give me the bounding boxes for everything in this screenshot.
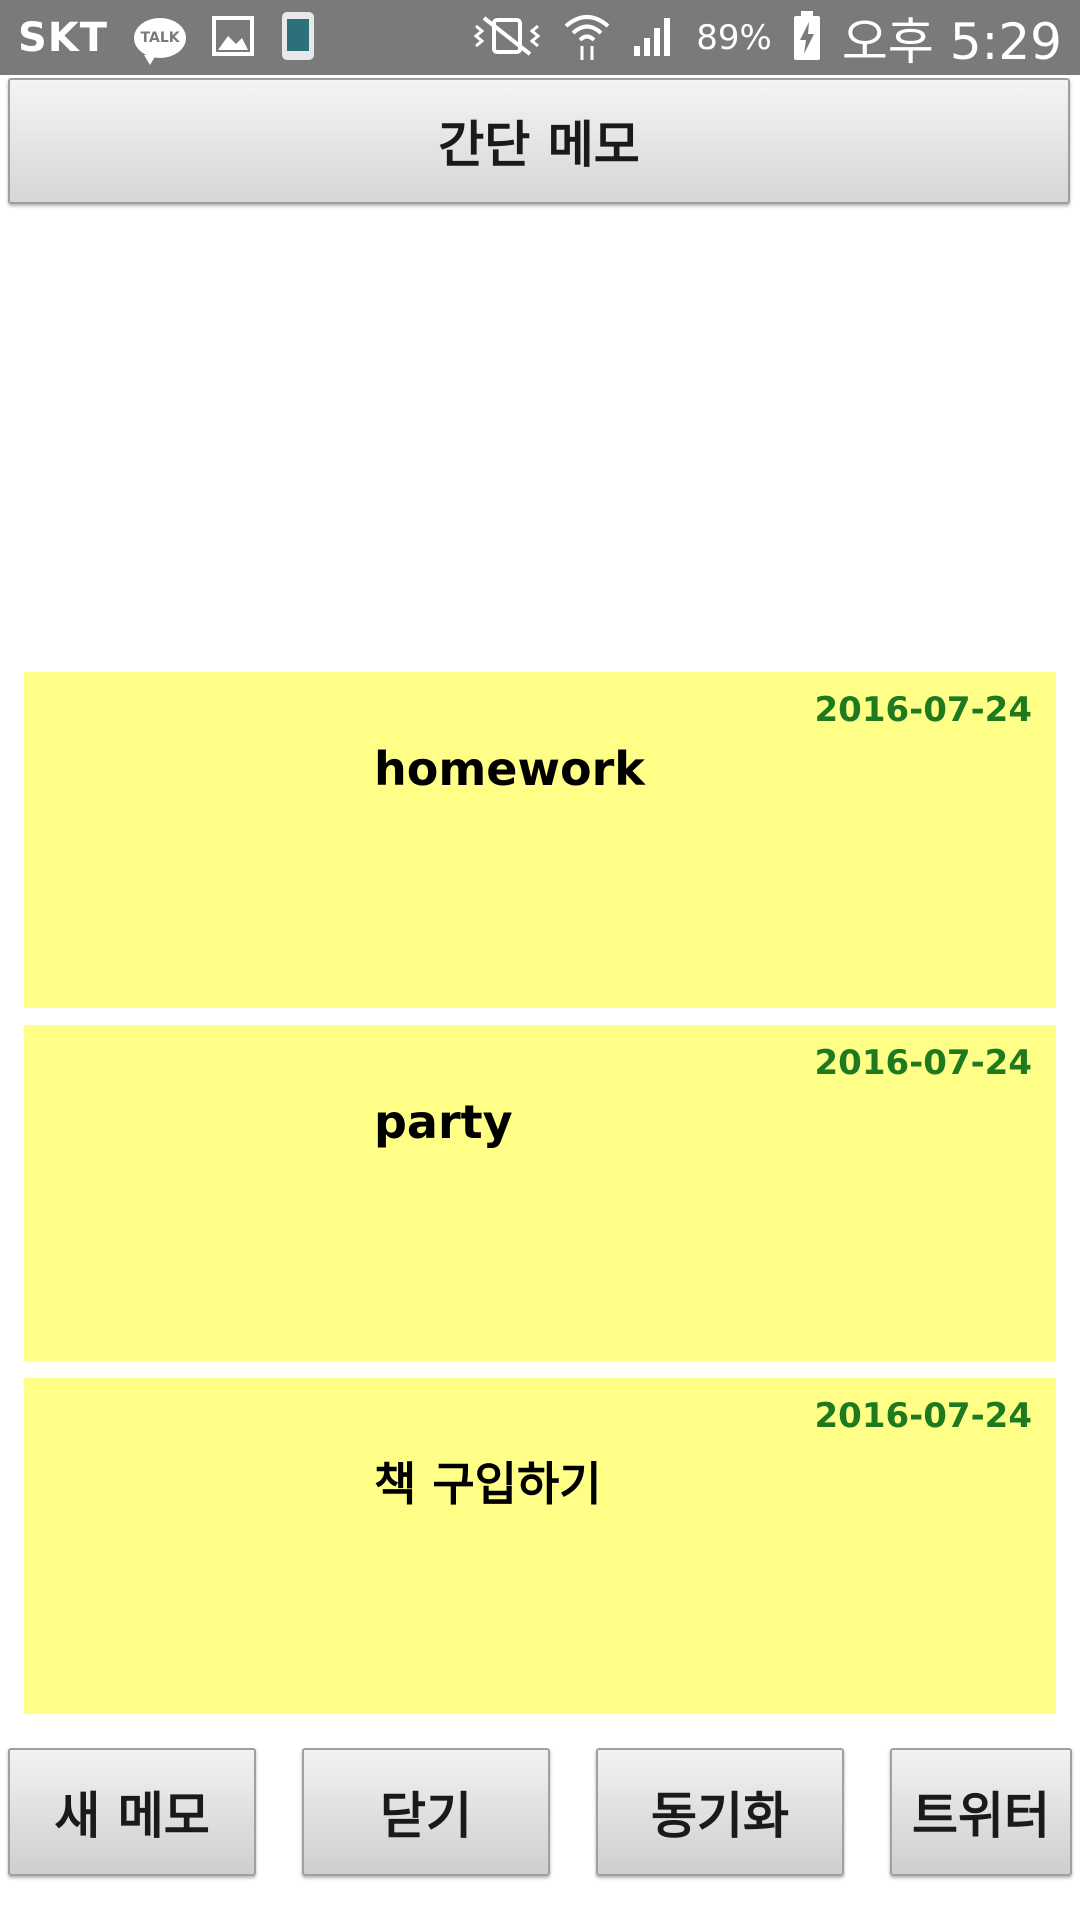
signal-icon (632, 14, 676, 62)
gallery-icon (212, 15, 255, 60)
close-button[interactable]: 닫기 (302, 1748, 550, 1876)
memo-title: 책 구입하기 (374, 1457, 602, 1511)
status-bar: SKT TALK 89% 오후 5:29 (0, 0, 1080, 75)
memo-date: 2016-07-24 (814, 1043, 1032, 1083)
new-memo-button[interactable]: 새 메모 (8, 1748, 256, 1876)
memo-card[interactable]: 2016-07-24 책 구입하기 (24, 1378, 1056, 1714)
memo-card[interactable]: 2016-07-24 party (24, 1025, 1056, 1361)
page-title-bar: 간단 메모 (8, 78, 1070, 204)
sync-button[interactable]: 동기화 (596, 1748, 844, 1876)
wifi-icon (562, 10, 612, 66)
twitter-button[interactable]: 트위터 (890, 1748, 1072, 1876)
kakaotalk-icon: TALK (134, 17, 187, 65)
memo-title: homework (374, 742, 645, 796)
battery-charging-icon (792, 10, 822, 66)
memo-date: 2016-07-24 (814, 690, 1032, 730)
battery-percent: 89% (696, 17, 772, 58)
phone-icon (280, 10, 316, 66)
memo-date: 2016-07-24 (814, 1396, 1032, 1436)
vibrate-mute-icon (472, 14, 542, 62)
memo-card[interactable]: 2016-07-24 homework (24, 672, 1056, 1008)
memo-title: party (374, 1095, 513, 1149)
clock: 오후 5:29 (841, 12, 1062, 71)
page-title: 간단 메모 (438, 116, 640, 174)
carrier-label: SKT (18, 14, 109, 61)
